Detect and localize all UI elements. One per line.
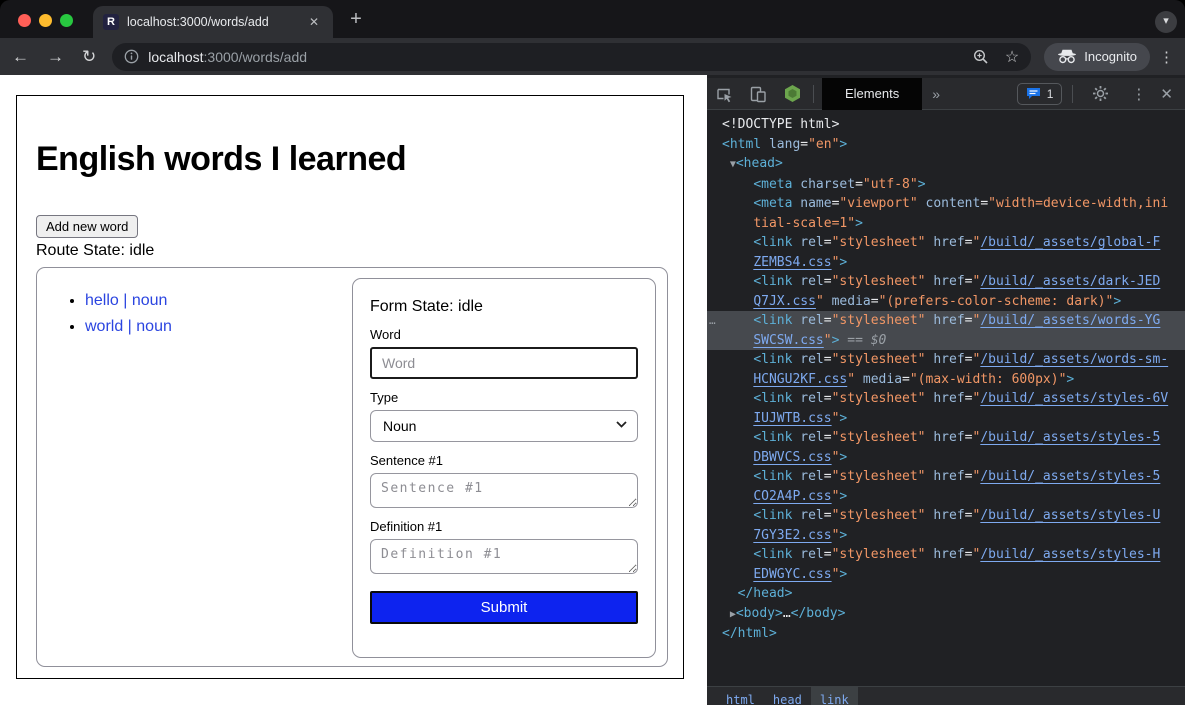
breadcrumb-html[interactable]: html xyxy=(717,687,764,705)
reload-button[interactable]: ↻ xyxy=(82,48,96,65)
minimize-window-button[interactable] xyxy=(39,14,52,27)
code-line[interactable]: EDWGYC.css"> xyxy=(707,565,1185,585)
remix-favicon-icon: R xyxy=(103,14,119,30)
code-line[interactable]: <link rel="stylesheet" href="/build/_ass… xyxy=(707,272,1185,292)
incognito-label: Incognito xyxy=(1084,49,1137,64)
definition-textarea[interactable] xyxy=(370,539,638,574)
type-select[interactable]: Noun xyxy=(370,410,638,442)
close-window-button[interactable] xyxy=(18,14,31,27)
code-line[interactable]: <link rel="stylesheet" href="/build/_ass… xyxy=(707,428,1185,448)
tab-elements[interactable]: Elements xyxy=(822,78,922,110)
bookmark-star-icon[interactable]: ☆ xyxy=(1005,47,1019,67)
sentence-label: Sentence #1 xyxy=(370,453,638,468)
code-line[interactable]: HCNGU2KF.css" media="(max-width: 600px)"… xyxy=(707,370,1185,390)
browser-menu-icon[interactable]: ⋮ xyxy=(1159,48,1175,66)
selected-node-marker: … xyxy=(709,311,716,331)
code-line[interactable]: <link rel="stylesheet" href="/build/_ass… xyxy=(707,545,1185,565)
devtools-toolbar: Elements » 1 ⋮ ✕ xyxy=(707,78,1185,110)
devtools-breadcrumbs: htmlheadlink xyxy=(707,686,1185,705)
devtools-menu-icon[interactable]: ⋮ xyxy=(1131,85,1146,103)
word-label: Word xyxy=(370,327,638,342)
word-link[interactable]: world | noun xyxy=(85,318,172,335)
issues-badge[interactable]: 1 xyxy=(1017,83,1063,105)
code-line[interactable]: </html> xyxy=(707,624,1185,644)
tab-close-icon[interactable]: ✕ xyxy=(305,13,323,31)
code-line[interactable]: CO2A4P.css"> xyxy=(707,487,1185,507)
route-state-text: Route State: idle xyxy=(36,242,154,260)
code-line[interactable]: <link rel="stylesheet" href="/build/_ass… xyxy=(707,350,1185,370)
browser-toolbar: ← → ↻ localhost:3000/words/add ☆ Incogni… xyxy=(0,38,1185,75)
code-line[interactable]: SWCSW.css"> == $0 xyxy=(707,331,1185,351)
code-line[interactable]: tial-scale=1"> xyxy=(707,214,1185,234)
forward-button[interactable]: → xyxy=(47,48,64,65)
devtools-panel: Elements » 1 ⋮ ✕ <!DOCTYPE html><html la… xyxy=(707,75,1185,705)
new-tab-button[interactable]: + xyxy=(344,8,368,32)
tab-title: localhost:3000/words/add xyxy=(127,15,297,29)
zoom-icon[interactable] xyxy=(973,49,989,65)
add-word-form: Form State: idle Word Type Noun xyxy=(352,278,656,658)
settings-gear-icon[interactable] xyxy=(1083,85,1117,102)
code-line[interactable]: <link rel="stylesheet" href="/build/_ass… xyxy=(707,506,1185,526)
form-state-text: Form State: idle xyxy=(370,298,638,316)
code-line[interactable]: … <link rel="stylesheet" href="/build/_a… xyxy=(707,311,1185,331)
device-toolbar-icon[interactable] xyxy=(741,85,775,103)
type-label: Type xyxy=(370,390,638,405)
sentence-textarea[interactable] xyxy=(370,473,638,508)
code-line[interactable]: ZEMBS4.css"> xyxy=(707,253,1185,273)
code-line[interactable]: <link rel="stylesheet" href="/build/_ass… xyxy=(707,233,1185,253)
incognito-badge: Incognito xyxy=(1044,43,1150,71)
browser-window: R localhost:3000/words/add ✕ + ▾ ← → ↻ l… xyxy=(0,0,1185,705)
extension-hexagon-icon[interactable] xyxy=(775,84,809,103)
word-input[interactable] xyxy=(370,347,638,379)
page-title: English words I learned xyxy=(36,140,406,179)
code-line[interactable]: <link rel="stylesheet" href="/build/_ass… xyxy=(707,389,1185,409)
tab-strip: R localhost:3000/words/add ✕ + ▾ xyxy=(0,0,1185,38)
back-button[interactable]: ← xyxy=(12,48,29,65)
code-line[interactable]: </head> xyxy=(707,584,1185,604)
app-container: English words I learned Add new word Rou… xyxy=(16,95,684,679)
url-text: localhost:3000/words/add xyxy=(148,49,307,65)
definition-label: Definition #1 xyxy=(370,519,638,534)
code-line[interactable]: ▶<body>…</body> xyxy=(707,604,1185,625)
code-line[interactable]: <html lang="en"> xyxy=(707,135,1185,155)
issues-bubble-icon xyxy=(1026,87,1041,100)
incognito-icon xyxy=(1057,49,1077,64)
code-line[interactable]: DBWVCS.css"> xyxy=(707,448,1185,468)
devtools-code: <!DOCTYPE html><html lang="en"> ▼<head> … xyxy=(707,115,1185,686)
code-line[interactable]: <link rel="stylesheet" href="/build/_ass… xyxy=(707,467,1185,487)
code-line[interactable]: <!DOCTYPE html> xyxy=(707,115,1185,135)
words-panel: hello | noun world | noun Form State: idl… xyxy=(36,267,668,667)
code-line[interactable]: Q7JX.css" media="(prefers-color-scheme: … xyxy=(707,292,1185,312)
word-list-item: hello | noun xyxy=(85,288,172,314)
inspect-element-icon[interactable] xyxy=(707,85,741,103)
code-line[interactable]: IUJWTB.css"> xyxy=(707,409,1185,429)
breadcrumb-link[interactable]: link xyxy=(811,687,858,705)
window-chevron-button[interactable]: ▾ xyxy=(1155,11,1177,33)
code-line[interactable]: ▼<head> xyxy=(707,154,1185,175)
add-new-word-button[interactable]: Add new word xyxy=(36,215,138,238)
browser-tab[interactable]: R localhost:3000/words/add ✕ xyxy=(93,6,333,38)
word-list: hello | noun world | noun xyxy=(85,288,172,340)
word-link[interactable]: hello | noun xyxy=(85,292,167,309)
site-info-icon[interactable] xyxy=(124,49,139,64)
code-line[interactable]: <meta charset="utf-8"> xyxy=(707,175,1185,195)
maximize-window-button[interactable] xyxy=(60,14,73,27)
more-tabs-icon[interactable]: » xyxy=(932,86,940,102)
code-line[interactable]: <meta name="viewport" content="width=dev… xyxy=(707,194,1185,214)
breadcrumb-head[interactable]: head xyxy=(764,687,811,705)
devtools-close-icon[interactable]: ✕ xyxy=(1160,85,1173,103)
word-list-item: world | noun xyxy=(85,314,172,340)
code-line[interactable]: 7GY3E2.css"> xyxy=(707,526,1185,546)
web-page: English words I learned Add new word Rou… xyxy=(0,75,707,705)
submit-button[interactable]: Submit xyxy=(370,591,638,624)
issues-count: 1 xyxy=(1047,87,1054,101)
address-bar[interactable]: localhost:3000/words/add ☆ xyxy=(112,43,1031,71)
